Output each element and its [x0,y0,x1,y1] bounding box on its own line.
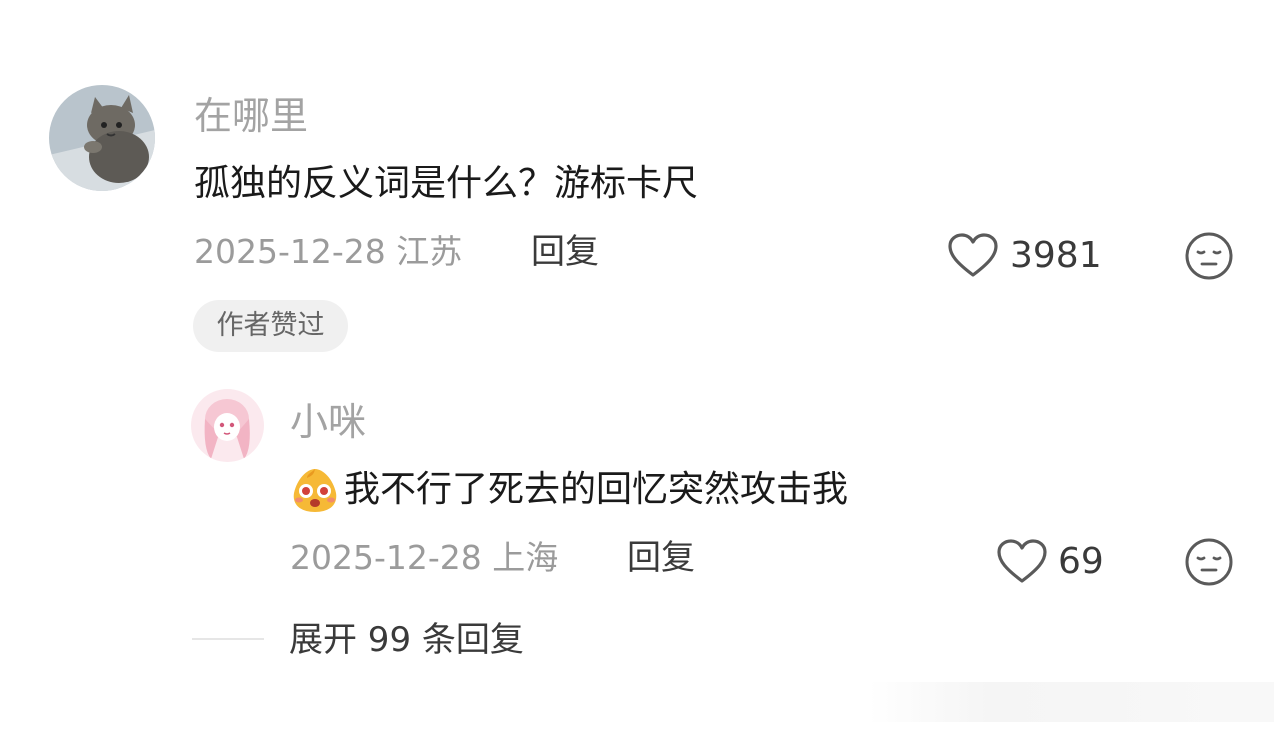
author-liked-badge: 作者赞过 [193,300,348,352]
neutral-face-icon[interactable] [1184,231,1234,281]
reply-meta: 2025-12-28 上海 [290,538,559,577]
heart-icon[interactable] [996,538,1048,584]
comment-username[interactable]: 在哪里 [194,92,308,140]
expand-divider [192,638,264,640]
heart-icon[interactable] [947,232,999,278]
anime-girl-avatar-image [191,389,264,462]
reply-reply-button[interactable]: 回复 [627,536,695,580]
cat-avatar[interactable] [49,85,155,191]
comment-like-count: 3981 [1010,235,1102,276]
anime-girl-avatar[interactable] [191,389,264,462]
reply-username[interactable]: 小咪 [290,398,366,446]
surprised-face-emoji-icon [289,465,341,515]
comment-meta: 2025-12-28 江苏 [194,232,463,271]
reply-like-count: 69 [1058,541,1104,582]
neutral-face-icon[interactable] [1184,537,1234,587]
reply-text: 我不行了死去的回忆突然攻击我 [344,469,849,510]
bottom-fade-overlay [868,682,1274,722]
cat-avatar-image [49,85,155,191]
expand-replies-button[interactable]: 展开 99 条回复 [289,618,524,662]
comment-text: 孤独的反义词是什么？游标卡尺 [194,163,699,204]
comment-reply-button[interactable]: 回复 [531,230,599,274]
